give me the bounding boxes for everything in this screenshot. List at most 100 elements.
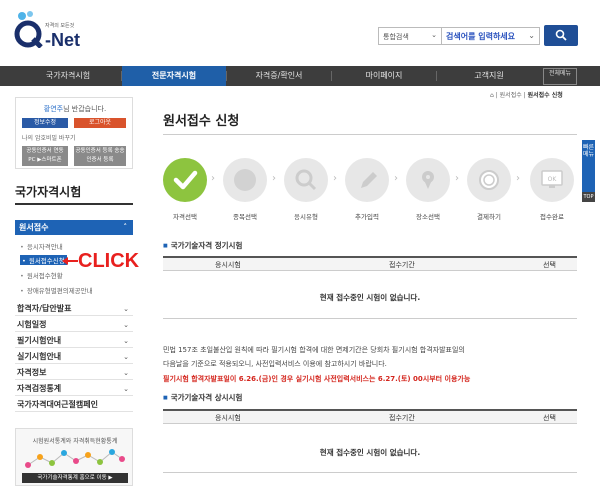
step-label: 장소선택 (416, 213, 440, 221)
step-arrow-icon: › (455, 173, 459, 184)
home-icon[interactable]: ⌂ (490, 92, 494, 99)
sidebar-item-written-guide[interactable]: 필기시험안내 ⌄ (15, 334, 133, 348)
notice-line: 다음날을 기준으로 적용되오니, 사전입력서비스 이용에 참고하시기 바랍니다. (163, 360, 387, 368)
search-type-value: 통합검색 (383, 33, 409, 41)
sidebar-item-label: 합격자/답안발표 (17, 304, 72, 313)
check-icon (173, 170, 198, 190)
search-button[interactable] (544, 25, 578, 46)
logo-brand: -Net (45, 30, 80, 50)
gnb-item-support[interactable]: 고객지원 (437, 66, 541, 86)
col-period: 접수기간 (389, 261, 415, 269)
step-arrow-icon: › (211, 173, 215, 184)
col-select: 선택 (543, 261, 556, 269)
stats-banner[interactable]: 시험원서통계와 자격취득현황통계 국가기술자격통계 홈으로 이동 ▶ (15, 428, 133, 486)
sidebar-item-qualification-info[interactable]: 자격정보 ⌄ (15, 366, 133, 380)
sidebar-item-label: 자격정보 (17, 368, 47, 377)
login-box: 황연주님 반갑습니다. 정보수정 로그아웃 나의 암호비밀 바꾸기 공동인증서 … (15, 97, 133, 169)
section-title-regular: 국가기술자격 정기시험 (163, 240, 243, 251)
cert-register-button[interactable]: 공동인증서 등록 송송인증서 등록 (74, 146, 126, 166)
monitor-ok-icon: OK (541, 170, 563, 188)
step-exam-type (284, 158, 328, 202)
empty-message: 현재 접수중인 시험이 없습니다. (319, 448, 421, 457)
sub-item-apply[interactable]: 원서접수신청 (20, 255, 67, 265)
table-header: 응시시험 접수기간 선택 (163, 409, 577, 424)
map-pin-icon (422, 171, 434, 189)
sub-item-disability-guide[interactable]: 장애유형별편의제공안내 (20, 285, 93, 295)
search-icon (555, 29, 567, 41)
sidebar-item-campaign[interactable]: 국가자격대여근절캠페인 (15, 398, 133, 412)
gnb-item-national[interactable]: 국가자격시험 (15, 66, 121, 86)
sidebar-item-label: 국가자격대여근절캠페인 (17, 400, 98, 409)
sidebar-item-practical-guide[interactable]: 실기시험안내 ⌄ (15, 350, 133, 364)
chevron-down-icon: ⌄ (123, 337, 129, 345)
step-arrow-icon: › (394, 173, 398, 184)
step-select-qualification (163, 158, 207, 202)
sidebar-item-application[interactable]: 원서접수 ˄ (15, 220, 133, 235)
sidebar-item-label: 시험일정 (17, 320, 47, 329)
chevron-up-icon: ˄ (123, 223, 128, 231)
sidebar-title-divider (15, 203, 133, 205)
gnb-item-professional[interactable]: 전문자격시험 (122, 66, 226, 86)
click-pointer-arrow (62, 257, 78, 265)
click-annotation: CLICK (78, 250, 140, 272)
sidebar-item-statistics[interactable]: 자격검정통계 ⌄ (15, 382, 133, 396)
sidebar-item-label: 자격검정통계 (17, 384, 62, 393)
step-label: 자격선택 (173, 213, 197, 221)
col-select: 선택 (543, 414, 556, 422)
global-nav: 국가자격시험 전문자격시험 자격증/확인서 마이페이지 고객지원 (0, 66, 600, 86)
cert-link-pc-button[interactable]: 공동인증서 연동 PC ▶스마트폰 (22, 146, 68, 166)
chevron-down-icon: ⌄ (123, 369, 129, 377)
step-arrow-icon: › (516, 173, 520, 184)
logo-q-icon (14, 11, 43, 48)
col-exam: 응시시험 (215, 261, 241, 269)
breadcrumb: ⌂ | 원서접수 | 원서접수 신청 (490, 92, 563, 99)
all-menu-button[interactable]: 전체메뉴 (543, 68, 577, 85)
sidebar-item-results[interactable]: 합격자/답안발표 ⌄ (15, 302, 133, 316)
edit-info-button[interactable]: 정보수정 (22, 118, 68, 128)
step-label: 추가입력 (355, 213, 379, 221)
chevron-down-icon: ⌄ (123, 385, 129, 393)
chevron-down-icon: ⌄ (123, 305, 129, 313)
sidebar-item-schedule[interactable]: 시험일정 ⌄ (15, 318, 133, 332)
table-bottom-line (163, 472, 577, 473)
search-type-select[interactable]: 통합검색 ⌄ (378, 27, 442, 45)
coin-icon (479, 170, 499, 190)
breadcrumb-item[interactable]: 원서접수 (500, 92, 522, 99)
step-arrow-icon: › (272, 173, 276, 184)
step-label: 결제하기 (477, 213, 501, 221)
search-placeholder: 검색어를 입력하세요 (446, 32, 516, 41)
stats-banner-title: 시험원서통계와 자격취득현황통계 (32, 438, 118, 445)
pencil-icon (361, 172, 377, 188)
chevron-down-icon: ⌄ (528, 31, 535, 40)
page-title: 원서접수 신청 (163, 114, 240, 129)
col-exam: 응시시험 (215, 414, 241, 422)
breadcrumb-current: 원서접수 신청 (527, 92, 563, 99)
sidebar-item-label: 실기시험안내 (17, 352, 62, 361)
scroll-top-button[interactable]: TOP (582, 192, 595, 202)
sub-item-status[interactable]: 원서접수현황 (20, 270, 63, 280)
empty-message: 현재 접수중인 시험이 없습니다. (319, 293, 421, 302)
step-label: 접수완료 (540, 213, 564, 221)
search-input[interactable]: 검색어를 입력하세요 ⌄ (442, 27, 540, 45)
logout-button[interactable]: 로그아웃 (74, 118, 126, 128)
qnet-logo[interactable]: 자격의 모든것 -Net (14, 10, 84, 54)
table-bottom-line (163, 318, 577, 319)
chevron-down-icon: ⌄ (431, 31, 437, 39)
header: 자격의 모든것 -Net 통합검색 ⌄ 검색어를 입력하세요 ⌄ (0, 0, 600, 66)
col-period: 접수기간 (389, 414, 415, 422)
greeting-text: 님 반갑습니다. (63, 105, 107, 113)
change-password-link[interactable]: 나의 암호비밀 바꾸기 (22, 133, 76, 142)
step-select-location (406, 158, 450, 202)
stats-home-button[interactable]: 국가기술자격통계 홈으로 이동 ▶ (22, 473, 128, 483)
chevron-down-icon: ⌄ (123, 321, 129, 329)
gnb-item-mypage[interactable]: 마이페이지 (332, 66, 436, 86)
step-complete: OK (530, 158, 574, 202)
svg-text:OK: OK (548, 176, 558, 183)
gnb-item-certificate[interactable]: 자격증/확인서 (227, 66, 331, 86)
step-label: 응시유형 (294, 213, 318, 221)
sub-item-eligibility[interactable]: 응시자격안내 (20, 241, 63, 251)
quick-menu-tab[interactable]: 빠른메뉴 (582, 140, 595, 200)
notice-line: 민법 157조 초일불산입 원칙에 따라 필기시험 합격에 대한 면제기간은 당… (163, 346, 465, 354)
step-arrow-icon: › (333, 173, 337, 184)
sidebar-title: 국가자격시험 (15, 185, 82, 199)
